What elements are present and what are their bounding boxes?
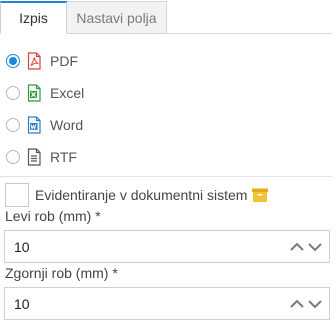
- left-margin-spinner: [289, 231, 323, 262]
- left-margin-field: [4, 230, 330, 263]
- archive-label: Evidentiranje v dokumentni sistem: [35, 187, 248, 203]
- format-label-rtf: RTF: [50, 149, 77, 165]
- format-label-pdf: PDF: [50, 53, 78, 69]
- text-file-icon: [27, 148, 41, 166]
- format-option-word[interactable]: Word: [6, 114, 83, 136]
- decrement-chevron-down-icon[interactable]: [307, 298, 323, 310]
- format-option-pdf[interactable]: PDF: [6, 50, 78, 72]
- top-margin-label: Zgornji rob (mm) *: [5, 265, 118, 281]
- format-label-word: Word: [50, 117, 84, 133]
- excel-file-icon: [27, 84, 41, 102]
- radio-pdf[interactable]: [6, 54, 20, 68]
- left-margin-label: Levi rob (mm) *: [5, 208, 101, 224]
- increment-chevron-up-icon[interactable]: [289, 298, 305, 310]
- pdf-file-icon: [27, 52, 41, 70]
- radio-rtf[interactable]: [6, 150, 20, 164]
- archive-box-icon: [252, 188, 269, 202]
- top-margin-field: [4, 287, 330, 320]
- top-margin-spinner: [289, 288, 323, 319]
- radio-word[interactable]: [6, 118, 20, 132]
- increment-chevron-up-icon[interactable]: [289, 241, 305, 253]
- tab-nastavi-polja[interactable]: Nastavi polja: [67, 1, 167, 34]
- top-margin-input[interactable]: [5, 288, 254, 319]
- left-margin-input[interactable]: [5, 231, 254, 262]
- format-option-rtf[interactable]: RTF: [6, 146, 77, 168]
- decrement-chevron-down-icon[interactable]: [307, 241, 323, 253]
- format-label-excel: Excel: [50, 85, 85, 101]
- word-file-icon: [27, 116, 41, 134]
- tab-bar: Izpis Nastavi polja: [0, 0, 332, 34]
- radio-excel[interactable]: [6, 86, 20, 100]
- format-option-excel[interactable]: Excel: [6, 82, 84, 104]
- section-divider: [0, 176, 332, 177]
- archive-option: Evidentiranje v dokumentni sistem: [5, 182, 269, 208]
- archive-checkbox[interactable]: [5, 183, 29, 207]
- tab-izpis[interactable]: Izpis: [0, 1, 67, 34]
